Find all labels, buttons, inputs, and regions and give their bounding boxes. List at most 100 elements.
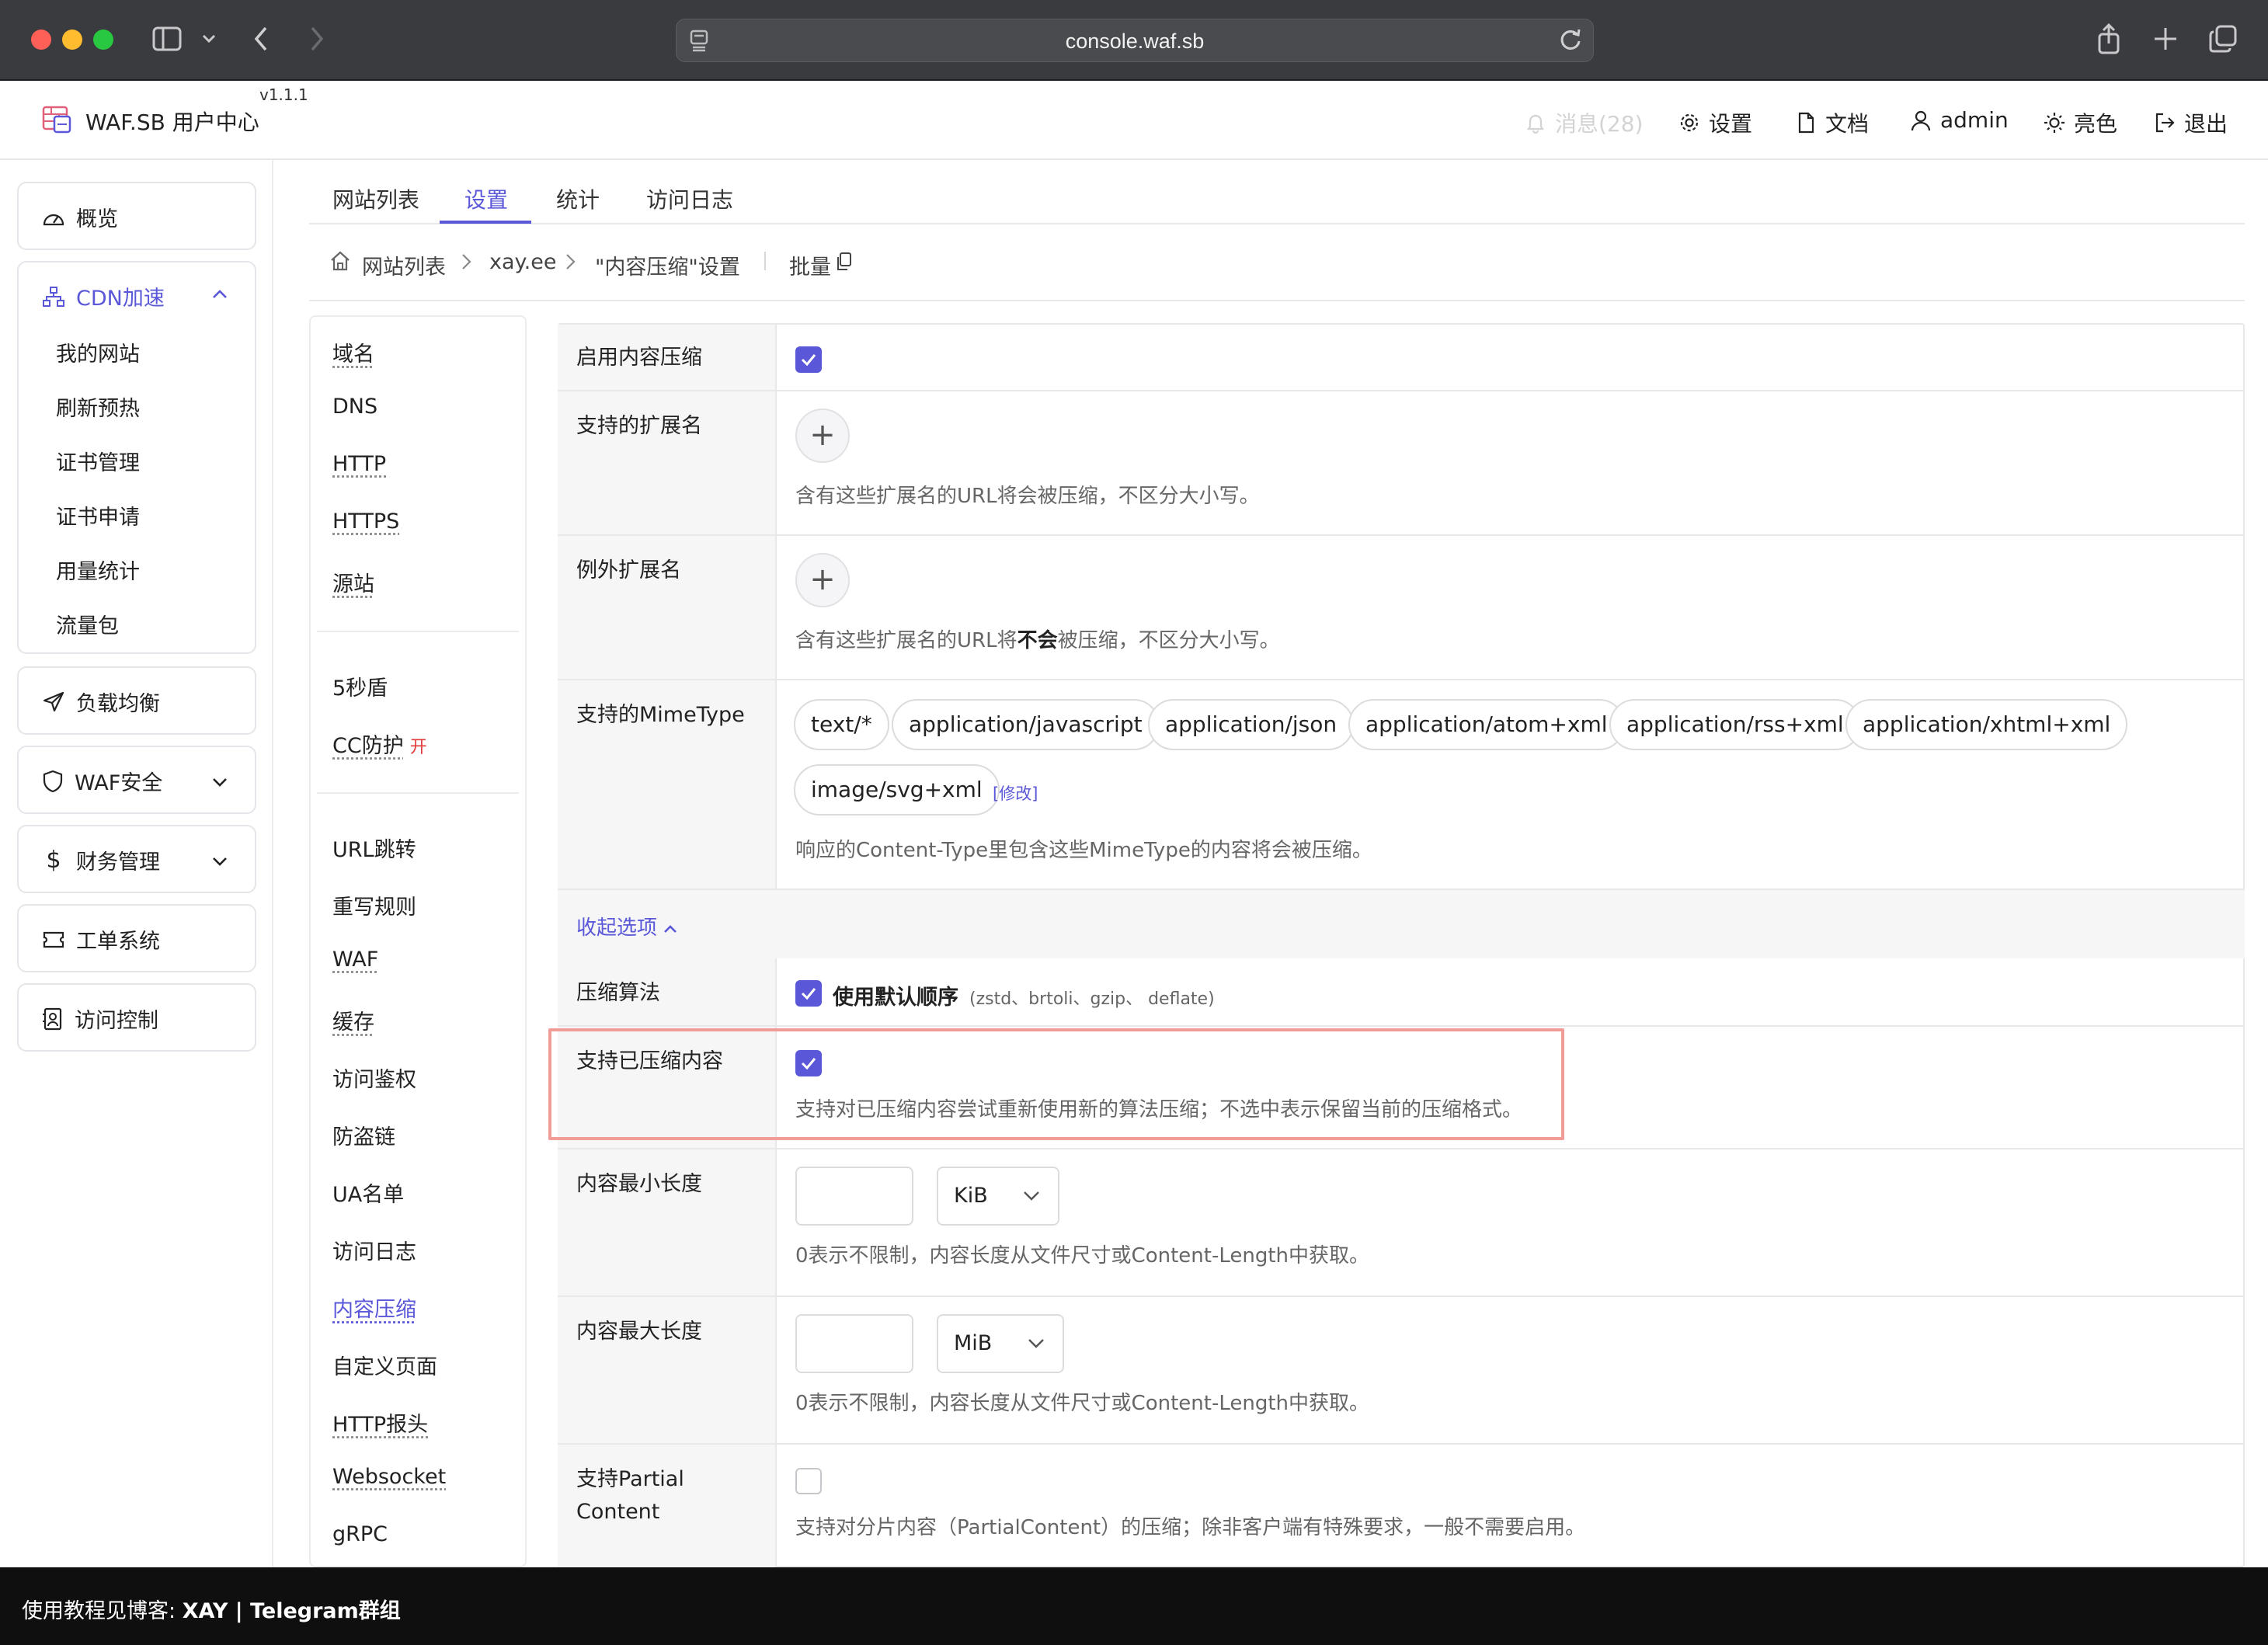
sidebar-item-traffic-pack[interactable]: 流量包 [56, 609, 119, 639]
mimetype-chip[interactable]: application/xhtml+xml [1845, 699, 2128, 750]
collapse-options-link[interactable]: 收起选项 [576, 912, 677, 941]
user-menu[interactable]: admin [1909, 107, 2009, 133]
logout-label: 退出 [2184, 111, 2228, 137]
breadcrumb-current: "内容压缩"设置 [595, 256, 740, 280]
check-icon [801, 988, 816, 1000]
sidebar-item-overview[interactable]: 概览 [17, 182, 256, 250]
max-length-help: 0表示不限制，内容长度从文件尺寸或Content-Length中获取。 [795, 1392, 1370, 1415]
tab-overview-icon[interactable] [2209, 25, 2237, 53]
menu-item-dns[interactable]: DNS [332, 395, 377, 419]
messages-link[interactable]: 消息(28) [1524, 107, 1643, 138]
sidebar-item-waf-security[interactable]: WAF安全 [17, 746, 256, 814]
mimetype-label: 支持的MimeType [576, 703, 745, 727]
mimetype-chip[interactable]: application/atom+xml [1348, 699, 1625, 750]
docs-link[interactable]: 文档 [1794, 107, 1869, 138]
tab-settings[interactable]: 设置 [464, 183, 508, 214]
mimetype-chip[interactable]: application/javascript [892, 699, 1160, 750]
chevron-up-icon[interactable] [211, 286, 228, 303]
algorithm-label: 压缩算法 [576, 981, 660, 1005]
menu-item-https[interactable]: HTTPS [332, 509, 399, 534]
menu-item-url-redirect[interactable]: URL跳转 [332, 833, 416, 863]
sidebar-item-usage-stats[interactable]: 用量统计 [56, 555, 140, 585]
modify-mimetypes-link[interactable]: [修改] [993, 781, 1038, 805]
close-window-button[interactable] [31, 30, 51, 50]
batch-link[interactable]: 批量 [789, 250, 831, 280]
extensions-help: 含有这些扩展名的URL将会被压缩，不区分大小写。 [795, 485, 1260, 508]
breadcrumb-site[interactable]: xay.ee [489, 250, 556, 274]
tab-access-log[interactable]: 访问日志 [646, 183, 733, 214]
chevron-down-icon[interactable] [211, 853, 228, 870]
home-icon[interactable] [329, 250, 351, 272]
settings-link[interactable]: 设置 [1678, 107, 1752, 138]
default-order-checkbox[interactable] [795, 980, 822, 1007]
menu-item-waf[interactable]: WAF [332, 948, 378, 972]
row-divider [558, 1443, 2245, 1445]
breadcrumb-site-list[interactable]: 网站列表 [362, 250, 446, 280]
tab-site-list[interactable]: 网站列表 [332, 183, 419, 214]
menu-item-access-log[interactable]: 访问日志 [332, 1235, 416, 1265]
mimetype-chip[interactable]: application/rss+xml [1609, 699, 1861, 750]
menu-item-http-headers[interactable]: HTTP报头 [332, 1407, 428, 1438]
menu-item-compression[interactable]: 内容压缩 [332, 1292, 416, 1323]
sidebar-waf-label: WAF安全 [75, 771, 163, 795]
sidebar-item-cert-apply[interactable]: 证书申请 [56, 500, 140, 530]
chevron-down-icon [1024, 1191, 1039, 1201]
menu-item-ua-list[interactable]: UA名单 [332, 1177, 404, 1208]
reload-icon[interactable] [1559, 27, 1582, 52]
menu-item-rewrite-rules[interactable]: 重写规则 [332, 890, 416, 920]
breadcrumb-separator [764, 252, 766, 270]
sidebar-item-access-control[interactable]: 访问控制 [17, 983, 256, 1052]
address-bar[interactable]: console.waf.sb [676, 19, 1594, 62]
brand-logo-icon [42, 106, 71, 134]
mimetype-chip[interactable]: application/json [1148, 699, 1355, 750]
menu-item-http[interactable]: HTTP [332, 452, 386, 476]
enable-compression-label: 启用内容压缩 [576, 346, 702, 370]
default-order-label: 使用默认顺序 [833, 986, 958, 1010]
zoom-window-button[interactable] [93, 30, 113, 50]
minimize-window-button[interactable] [62, 30, 82, 50]
theme-toggle[interactable]: 亮色 [2043, 107, 2117, 138]
browser-titlebar: console.waf.sb [0, 0, 2268, 81]
partial-content-checkbox[interactable] [795, 1468, 822, 1494]
sidebar-item-cert-management[interactable]: 证书管理 [56, 446, 140, 476]
brand-name[interactable]: WAF.SB 用户中心 [85, 106, 259, 137]
menu-item-domain[interactable]: 域名 [332, 337, 374, 367]
sidebar-item-refresh-preheat[interactable]: 刷新预热 [56, 391, 140, 422]
menu-item-grpc[interactable]: gRPC [332, 1522, 388, 1546]
logout-link[interactable]: 退出 [2153, 107, 2228, 138]
add-extension-button[interactable]: + [795, 409, 850, 463]
max-length-input[interactable] [795, 1314, 913, 1373]
copy-icon[interactable] [836, 252, 853, 272]
tab-statistics[interactable]: 统计 [556, 183, 600, 214]
sidebar-item-cdn[interactable]: CDN加速 [42, 281, 165, 311]
menu-item-5s-shield[interactable]: 5秒盾 [332, 671, 388, 701]
back-icon[interactable] [253, 26, 269, 51]
menu-item-access-auth[interactable]: 访问鉴权 [332, 1062, 416, 1093]
min-length-unit-select[interactable]: KiB [937, 1167, 1059, 1226]
menu-item-cc-protection[interactable]: CC防护开 [332, 729, 427, 759]
menu-item-websocket[interactable]: Websocket [332, 1465, 446, 1489]
share-icon[interactable] [2097, 23, 2120, 54]
menu-item-origin[interactable]: 源站 [332, 567, 374, 597]
new-tab-icon[interactable] [2153, 26, 2178, 51]
menu-item-cache[interactable]: 缓存 [332, 1005, 374, 1035]
enable-compression-checkbox[interactable] [795, 346, 822, 373]
mimetype-chip[interactable]: text/* [794, 699, 889, 750]
telegram-group-link[interactable]: Telegram群组 [250, 1599, 401, 1623]
sidebar-item-tickets[interactable]: 工单系统 [17, 904, 256, 972]
chevron-down-icon[interactable] [211, 774, 228, 791]
chevron-down-icon[interactable] [202, 34, 216, 43]
add-excluded-extension-button[interactable]: + [795, 553, 850, 607]
forward-icon[interactable] [309, 26, 325, 51]
menu-item-hotlink[interactable]: 防盗链 [332, 1120, 395, 1150]
min-length-input[interactable] [795, 1167, 913, 1226]
blog-link[interactable]: XAY [183, 1599, 228, 1623]
max-length-unit-select[interactable]: MiB [937, 1314, 1064, 1373]
sidebar-item-load-balance[interactable]: 负载均衡 [17, 666, 256, 735]
mimetype-help: 响应的Content-Type里包含这些MimeType的内容将会被压缩。 [795, 839, 1372, 862]
mimetype-chip[interactable]: image/svg+xml [794, 764, 1000, 816]
sidebar-toggle-icon[interactable] [152, 26, 182, 51]
sidebar-item-finance[interactable]: $ 财务管理 [17, 825, 256, 893]
sidebar-item-my-sites[interactable]: 我的网站 [56, 337, 140, 367]
menu-item-custom-pages[interactable]: 自定义页面 [332, 1350, 437, 1380]
